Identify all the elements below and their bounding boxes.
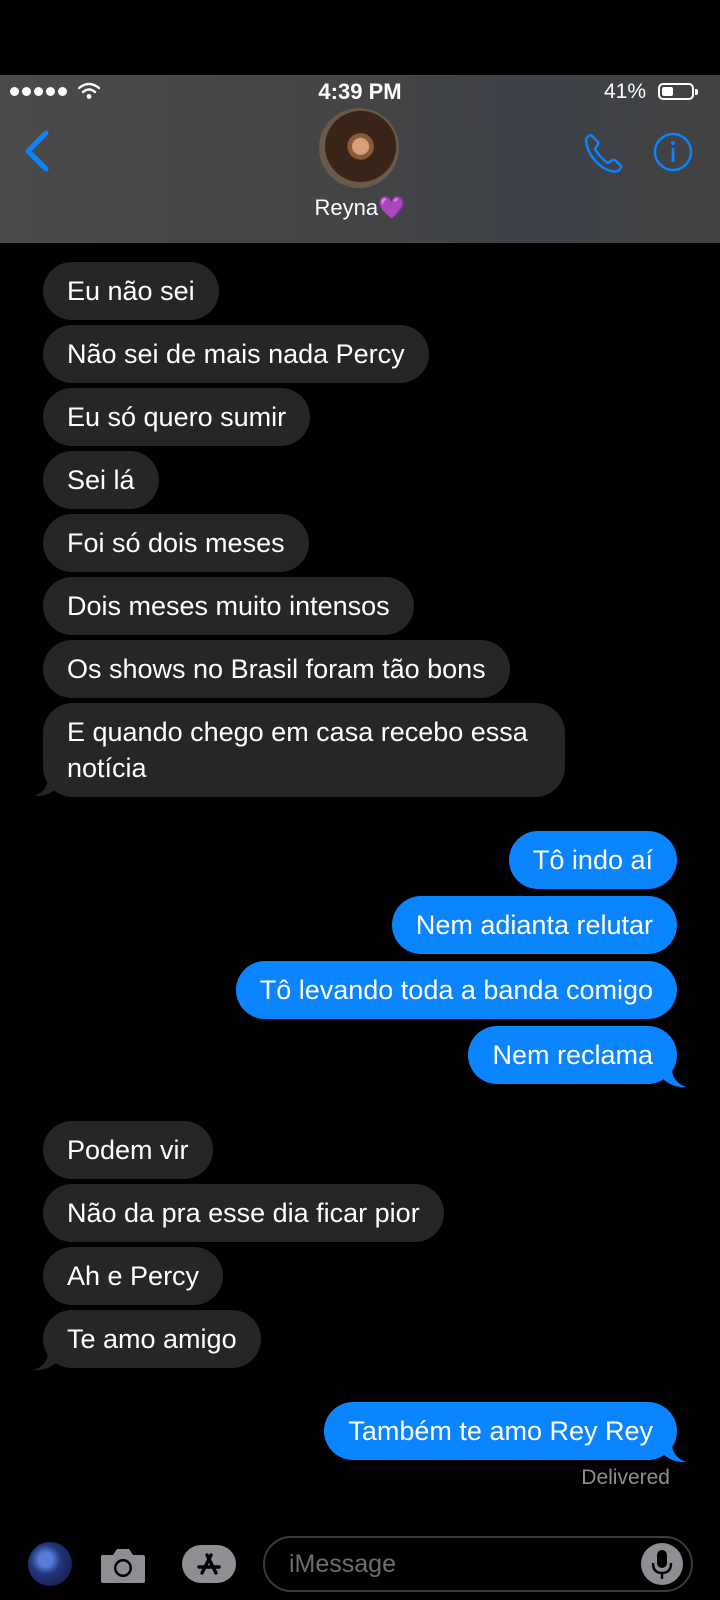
message-line: E quando chego em casa recebo essa	[67, 717, 528, 747]
message-line: notícia	[67, 753, 147, 783]
incoming-message[interactable]: Eu não sei	[43, 262, 219, 320]
back-button[interactable]	[20, 127, 54, 175]
conversation-header: 4:39 PM 41% Reyna💜	[0, 75, 720, 243]
outgoing-message[interactable]: Nem adianta relutar	[391, 896, 677, 954]
incoming-message[interactable]: Podem vir	[43, 1121, 213, 1179]
outgoing-bubble-tail	[664, 1443, 686, 1463]
app-store-icon[interactable]	[180, 1543, 238, 1585]
battery-icon	[658, 83, 698, 100]
message-input-placeholder: iMessage	[289, 1550, 396, 1578]
message-input[interactable]: iMessage	[263, 1536, 693, 1592]
incoming-bubble-tail	[34, 1351, 56, 1371]
outgoing-message[interactable]: Tô indo aí	[508, 831, 677, 889]
outgoing-message[interactable]: Tô levando toda a banda comigo	[235, 961, 677, 1019]
incoming-message[interactable]: Ah e Percy	[43, 1247, 224, 1305]
outgoing-message[interactable]: Também te amo Rey Rey	[324, 1402, 677, 1460]
delivery-status: Delivered	[581, 1466, 670, 1489]
incoming-message[interactable]: Foi só dois meses	[43, 514, 309, 572]
phone-icon[interactable]	[582, 131, 626, 175]
outgoing-message[interactable]: Nem reclama	[468, 1026, 677, 1084]
incoming-message[interactable]: Não da pra esse dia ficar pior	[43, 1184, 444, 1242]
contact-name[interactable]: Reyna💜	[0, 195, 720, 221]
incoming-message[interactable]: Não sei de mais nada Percy	[43, 325, 429, 383]
incoming-message[interactable]: Os shows no Brasil foram tão bons	[43, 640, 510, 698]
incoming-message[interactable]: E quando chego em casa recebo essa notíc…	[43, 703, 565, 797]
microphone-icon[interactable]	[641, 1543, 683, 1585]
battery-percent: 41%	[603, 80, 646, 103]
memoji-app-icon[interactable]	[28, 1542, 72, 1586]
message-composer: iMessage	[0, 1525, 720, 1600]
outgoing-bubble-tail	[664, 1068, 686, 1088]
incoming-message[interactable]: Te amo amigo	[43, 1310, 261, 1368]
camera-icon[interactable]	[99, 1545, 147, 1585]
incoming-message[interactable]: Dois meses muito intensos	[43, 577, 414, 635]
contact-avatar[interactable]	[319, 108, 399, 188]
incoming-message[interactable]: Sei lá	[43, 451, 159, 509]
status-bar: 4:39 PM 41%	[0, 75, 720, 111]
incoming-message[interactable]: Eu só quero sumir	[43, 388, 311, 446]
incoming-bubble-tail	[34, 777, 56, 797]
info-icon[interactable]	[652, 131, 694, 173]
